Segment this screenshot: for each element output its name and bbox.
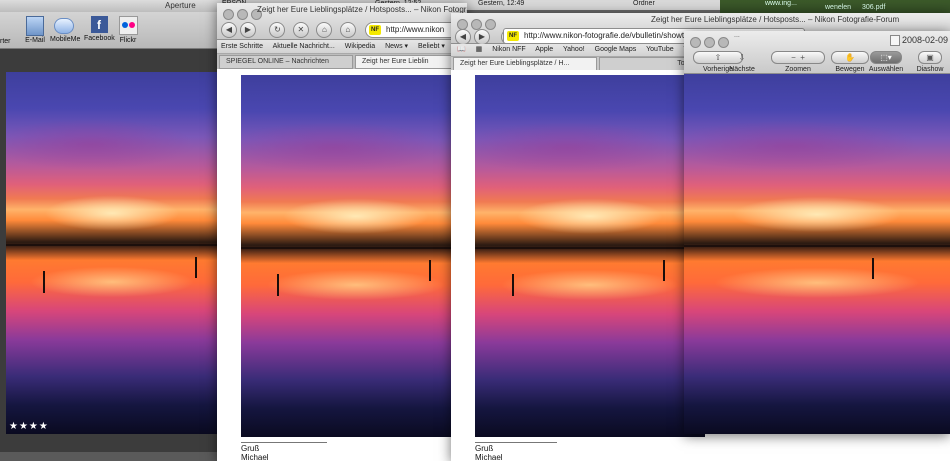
email-label: E-Mail — [25, 37, 45, 44]
preview-title-icon — [890, 35, 900, 46]
mobileme-button[interactable]: MobileMe — [50, 16, 81, 43]
mobileme-label: MobileMe — [50, 36, 81, 43]
select-tool[interactable]: ⬚▾ Auswählen — [866, 47, 906, 73]
email-button[interactable]: E-Mail — [24, 16, 46, 44]
site-favicon: NF — [369, 25, 381, 35]
bookmark-item[interactable]: Google Maps — [595, 46, 637, 53]
zoom-icon: − + — [771, 51, 825, 64]
preview-title-fragment: ... — [734, 32, 740, 39]
rating-stars: ★★★★ — [9, 421, 49, 432]
hand-icon: ✋ — [831, 51, 869, 64]
back-icon[interactable]: ◀ — [221, 21, 237, 38]
desktop-file-1: www.ing... — [765, 0, 797, 7]
desktop-file-3: 306.pdf — [862, 4, 886, 11]
post-divider — [475, 442, 557, 443]
forum-photo — [475, 75, 705, 437]
reading-list-icon[interactable]: 📖 — [457, 46, 466, 53]
safari1-title: Zeigt her Eure Lieblingsplätze / Hotspos… — [257, 5, 467, 14]
bookmark-item[interactable]: Wikipedia — [345, 43, 375, 50]
desktop-time-2: Gestern, 12:49 — [478, 0, 525, 7]
preview-toolbar: ... 2008-02-09 ⇧ Vorherige ⇩ Nächste − +… — [684, 31, 950, 74]
bookmark-icon[interactable]: ⌂ — [316, 21, 333, 38]
bookmark-item[interactable]: News ▾ — [385, 43, 408, 50]
zoom-control[interactable]: − + Zoomen — [770, 47, 826, 73]
desktop-folder: Ordner — [633, 0, 655, 7]
arrow-down-icon: ⇩ — [738, 53, 746, 62]
minimize-button[interactable] — [237, 9, 248, 20]
bookmark-item[interactable]: Apple — [535, 46, 553, 53]
tab-bar: SPIEGEL ONLINE – Nachrichten Zeigt her Eu… — [217, 54, 467, 69]
safari-window-1: Zeigt her Eure Lieblingsplätze / Hotspos… — [217, 3, 467, 461]
facebook-label: Facebook — [84, 35, 115, 42]
post-greeting: Gruß — [475, 444, 494, 453]
aperture-photo: ★★★★ — [6, 72, 218, 434]
bookmarks-bar: Erste Schritte Aktuelle Nachricht... Wik… — [217, 40, 467, 54]
email-icon — [26, 16, 44, 36]
reload-icon[interactable]: ↻ — [269, 21, 286, 38]
safari1-titlebar: Zeigt her Eure Lieblingsplätze / Hotspos… — [217, 3, 467, 40]
toolbar-fragment: rter — [0, 38, 11, 45]
stop-icon[interactable]: ✕ — [292, 21, 309, 38]
aperture-bottom-bar — [0, 452, 222, 461]
flickr-button[interactable]: Flickr — [117, 16, 139, 44]
home-icon[interactable]: ⌂ — [339, 21, 356, 38]
desktop-file-2: wenelen — [825, 4, 852, 11]
flickr-icon — [118, 16, 138, 35]
preview-date: 2008-02-09 — [902, 35, 949, 45]
facebook-button[interactable]: f Facebook — [84, 16, 115, 42]
bookmark-item[interactable]: Erste Schritte — [221, 43, 263, 50]
mobileme-icon — [54, 18, 74, 34]
tab-nikon[interactable]: Zeigt her Eure Lieblingsplätze / H... — [453, 57, 597, 70]
next-button[interactable]: ⇩ Nächste — [722, 47, 762, 73]
forward-icon[interactable]: ▶ — [474, 28, 490, 45]
post-name: Michael — [241, 453, 269, 461]
site-favicon: NF — [507, 31, 519, 41]
post-name: Michael — [475, 453, 503, 461]
aperture-toolbar: rter E-Mail MobileMe f Facebook Flickr — [0, 12, 222, 49]
flickr-label: Flickr — [119, 37, 137, 44]
post-divider — [241, 442, 327, 443]
preview-window: ... 2008-02-09 ⇧ Vorherige ⇩ Nächste − +… — [684, 31, 950, 434]
slideshow-button[interactable]: ▣ Diashow — [910, 47, 950, 73]
top-sites-grid-icon[interactable]: ▦ — [476, 46, 483, 53]
slideshow-icon: ▣ — [918, 51, 942, 64]
tab-spiegel[interactable]: SPIEGEL ONLINE – Nachrichten — [219, 55, 353, 69]
aperture-titlebar: Aperture — [0, 0, 222, 12]
close-button[interactable] — [223, 9, 234, 20]
back-icon[interactable]: ◀ — [455, 28, 471, 45]
bookmark-item[interactable]: Yahoo! — [563, 46, 585, 53]
forum-photo — [241, 75, 467, 437]
safari2-title: Zeigt her Eure Lieblingsplätze / Hotspos… — [651, 15, 900, 24]
post-greeting: Gruß — [241, 444, 260, 453]
bookmark-item[interactable]: YouTube — [646, 46, 674, 53]
select-icon: ⬚▾ — [870, 51, 902, 64]
move-tool[interactable]: ✋ Bewegen — [830, 47, 870, 73]
aperture-window: Aperture rter E-Mail MobileMe f Facebook… — [0, 0, 222, 461]
forward-icon[interactable]: ▶ — [240, 21, 256, 38]
bookmark-item[interactable]: Beliebt ▾ — [418, 43, 445, 50]
preview-photo — [684, 74, 950, 434]
aperture-title: Aperture — [165, 1, 196, 10]
bookmark-item[interactable]: Nikon NFF — [492, 46, 525, 53]
bookmark-item[interactable]: Aktuelle Nachricht... — [273, 43, 337, 50]
facebook-icon: f — [90, 16, 108, 33]
